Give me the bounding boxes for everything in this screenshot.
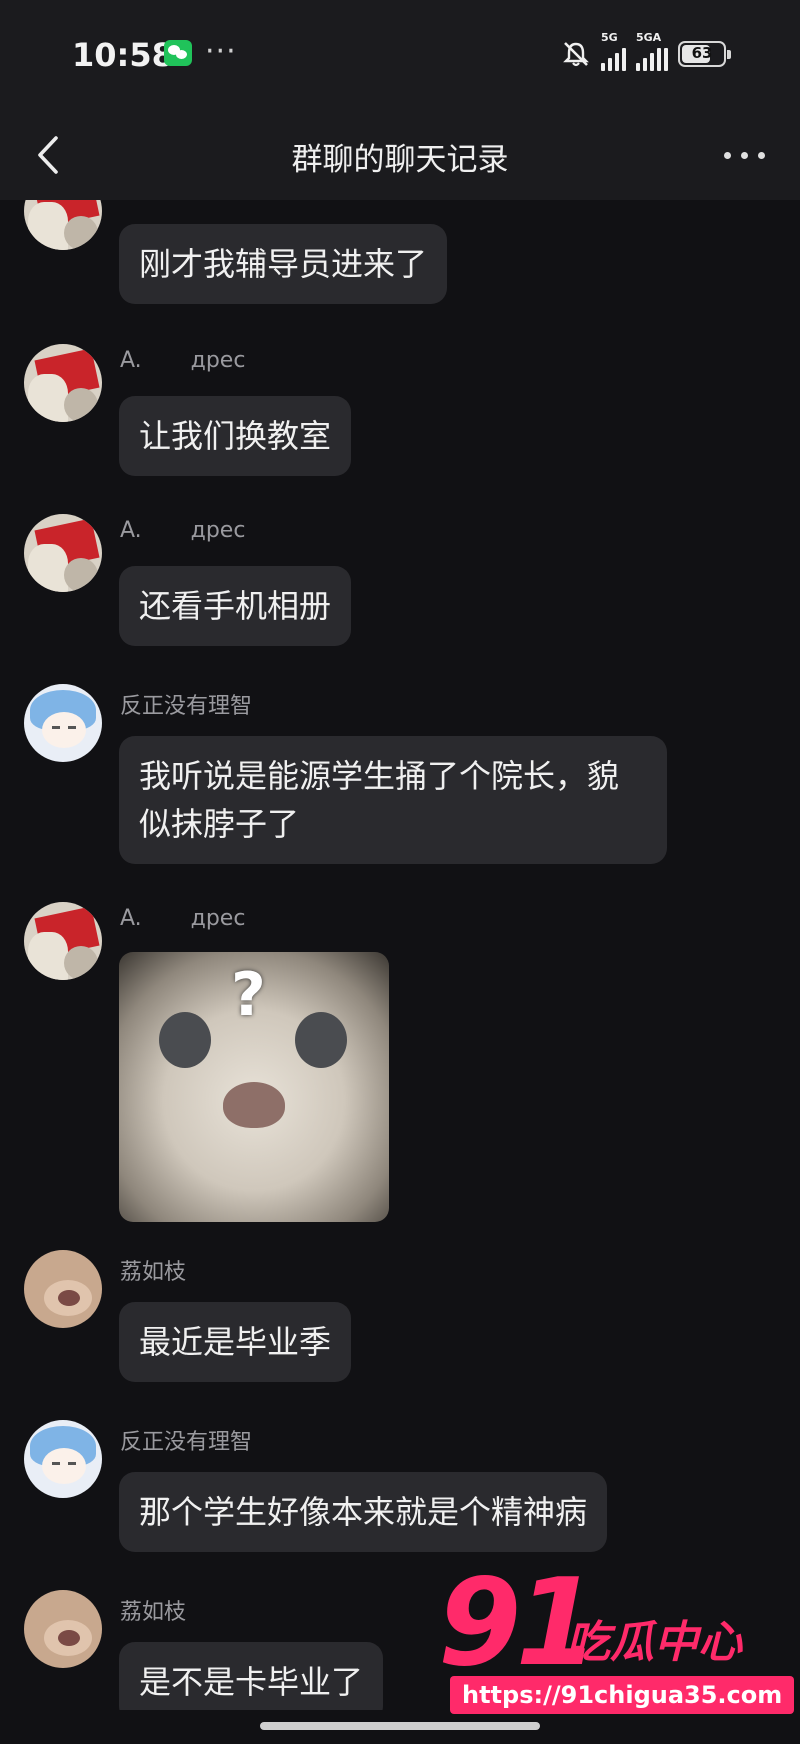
message-bubble[interactable]: 还看手机相册 xyxy=(119,566,352,646)
avatar[interactable] xyxy=(24,1590,102,1668)
avatar[interactable] xyxy=(24,344,102,422)
sticker-question-mark: ? xyxy=(231,960,266,1030)
watermark-brand: 吃瓜中心 xyxy=(566,1617,742,1668)
avatar[interactable] xyxy=(24,514,102,592)
sender-name: A. дрес xyxy=(120,348,246,373)
page-title: 群聊的聊天记录 xyxy=(291,142,509,178)
home-indicator[interactable] xyxy=(260,1722,540,1730)
signal-5g-icon: 5G xyxy=(601,31,626,71)
status-indicators: 5G 5GA 63 xyxy=(561,31,731,71)
message-bubble[interactable]: 最近是毕业季 xyxy=(119,1302,352,1382)
sender-name: 荔如枝 xyxy=(120,1260,187,1285)
battery-level: 63 xyxy=(691,44,713,62)
wechat-notification-icon xyxy=(164,40,192,66)
message-bubble[interactable]: 让我们换教室 xyxy=(119,396,352,476)
sender-name: A. дрес xyxy=(120,906,246,931)
mute-bell-icon xyxy=(563,42,589,67)
avatar[interactable] xyxy=(24,200,102,250)
avatar[interactable] xyxy=(24,684,102,762)
site-watermark: 91 吃瓜中心 https://91chigua35.com xyxy=(438,1564,795,1724)
watermark-url: https://91chigua35.com xyxy=(450,1676,795,1714)
more-notifications-icon: ··· xyxy=(205,34,237,69)
message-bubble[interactable]: 那个学生好像本来就是个精神病 xyxy=(119,1472,608,1552)
battery-icon: 63 xyxy=(678,41,731,67)
sender-name: A. дрес xyxy=(120,518,246,543)
more-menu-icon[interactable] xyxy=(720,136,770,176)
status-time: 10:58 xyxy=(72,36,174,74)
avatar[interactable] xyxy=(24,1420,102,1498)
avatar[interactable] xyxy=(24,1250,102,1328)
message-bubble[interactable]: 是不是卡毕业了 xyxy=(119,1642,384,1710)
message-bubble[interactable]: 我听说是能源学生捅了个院长，貌似抹脖子了 xyxy=(119,736,667,864)
chat-history[interactable]: 刚才我辅导员进来了 A. дрес 让我们换教室 A. дрес 还看手机相册 … xyxy=(0,200,800,1710)
status-bar: 10:58 ··· 5G 5GA 63 xyxy=(0,0,800,110)
message-bubble[interactable]: 刚才我辅导员进来了 xyxy=(119,224,448,304)
signal-5ga-icon: 5GA xyxy=(636,31,668,71)
avatar[interactable] xyxy=(24,902,102,980)
nav-bar: 群聊的聊天记录 xyxy=(0,110,800,200)
sender-name: 反正没有理智 xyxy=(120,694,253,719)
sender-name: 反正没有理智 xyxy=(120,1430,253,1455)
sender-name: 荔如枝 xyxy=(120,1600,187,1625)
cat-question-sticker[interactable]: ? xyxy=(119,952,389,1222)
